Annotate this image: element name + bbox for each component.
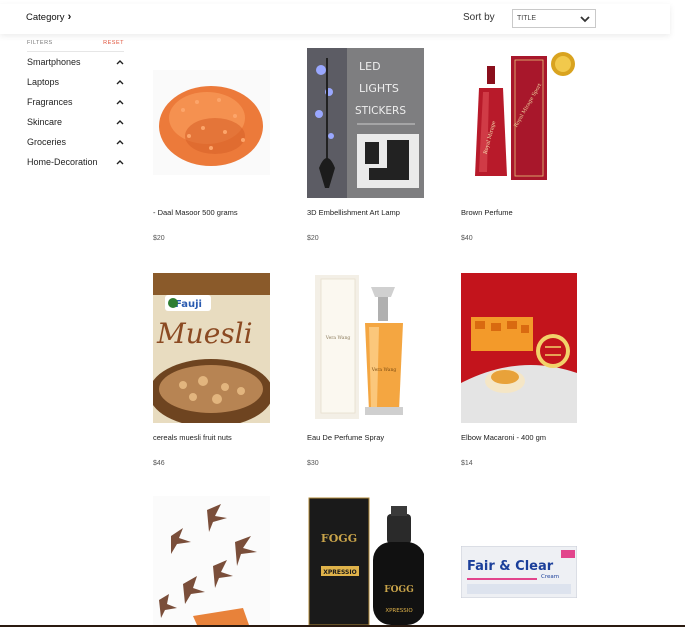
sort-select[interactable]: TITLE [512,9,596,28]
filter-item-label: Groceries [27,137,67,147]
led-image-text: STICKERS [355,105,406,117]
filters-title: FILTERS [27,40,53,46]
product-image[interactable]: LED LIGHTS STICKERS [307,48,424,198]
product-name[interactable]: 3D Embellishment Art Lamp [307,208,400,217]
product-price: $40 [461,235,473,242]
chevron-right-icon: › [67,10,72,23]
filter-item-label: Home-Decoration [27,157,98,167]
chevron-up-icon [116,160,124,165]
filter-item-label: Fragrances [27,97,73,107]
product-price: $14 [461,460,473,467]
product-image[interactable]: Fauji Muesli [153,273,270,423]
product-image[interactable]: Fair & Clear Cream [461,546,577,598]
chevron-down-icon [580,16,590,23]
filter-item-label: Smartphones [27,57,81,67]
product-price: $20 [153,235,165,242]
product-name[interactable]: Brown Perfume [461,208,513,217]
fogg-box-text: FOGG [321,532,357,545]
product-name[interactable]: Eau De Perfume Spray [307,433,384,442]
filters-header: FILTERS RESET [27,40,124,52]
product-name[interactable]: - Daal Masoor 500 grams [153,208,238,217]
filter-item-home-decoration[interactable]: Home-Decoration [27,152,124,172]
product-price: $46 [153,460,165,467]
sort-label: Sort by [463,12,495,23]
category-toggle[interactable]: Category › [26,10,72,23]
product-image[interactable] [153,70,270,175]
filter-item-label: Laptops [27,77,60,87]
product-name[interactable]: cereals muesli fruit nuts [153,433,232,442]
product-image[interactable]: Royal Mirage Sport Royal Mirage [461,48,579,188]
chevron-up-icon [116,60,124,65]
fair-clear-title: Fair & Clear [467,559,554,574]
product-image[interactable] [153,496,270,625]
led-image-text: LIGHTS [359,82,399,95]
product-image[interactable]: Vera Wang Vera Wang [307,273,424,423]
product-price: $30 [307,460,319,467]
filter-item-laptops[interactable]: Laptops [27,72,124,92]
chevron-up-icon [116,120,124,125]
led-image-text: LED [359,60,381,73]
muesli-title-text: Muesli [156,317,253,350]
svg-text:FOGG: FOGG [384,585,414,595]
chevron-up-icon [116,80,124,85]
fogg-box-label: XPRESSIO [323,569,356,576]
product-price: $20 [307,235,319,242]
filter-item-fragrances[interactable]: Fragrances [27,92,124,112]
product-image[interactable]: FOGG XPRESSIO FOGG XPRESSIO [307,496,424,625]
filter-item-groceries[interactable]: Groceries [27,132,124,152]
filters-panel: FILTERS RESET Smartphones Laptops Fragra… [27,40,124,172]
chevron-up-icon [116,100,124,105]
svg-text:Vera Wang: Vera Wang [371,367,397,373]
fair-clear-sub: Cream [541,574,559,580]
filter-item-label: Skincare [27,117,63,127]
category-label: Category [26,12,65,23]
product-image[interactable] [461,273,577,423]
svg-text:Vera Wang: Vera Wang [325,335,351,341]
svg-text:XPRESSIO: XPRESSIO [385,608,413,614]
reset-filters-button[interactable]: RESET [103,40,124,46]
chevron-up-icon [116,140,124,145]
filter-item-skincare[interactable]: Skincare [27,112,124,132]
top-bar: Category › Sort by TITLE [0,4,670,34]
filter-item-smartphones[interactable]: Smartphones [27,52,124,72]
product-name[interactable]: Elbow Macaroni - 400 gm [461,433,546,442]
muesli-brand-text: Fauji [175,299,202,310]
sort-select-value: TITLE [517,15,537,22]
